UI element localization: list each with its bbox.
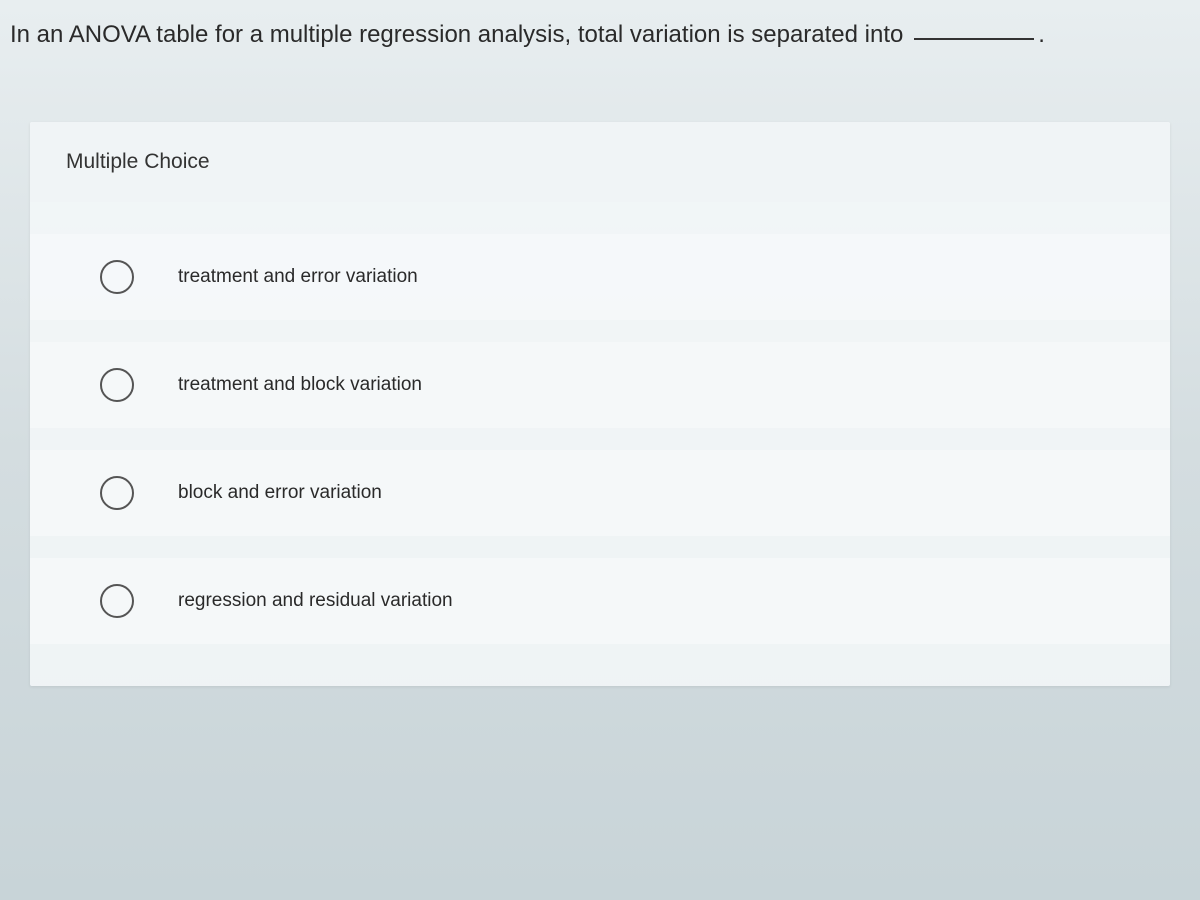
fill-in-blank bbox=[914, 38, 1034, 40]
radio-button[interactable] bbox=[100, 260, 134, 294]
option-row-3[interactable]: block and error variation bbox=[30, 450, 1170, 536]
option-label: treatment and block variation bbox=[178, 374, 422, 396]
radio-button[interactable] bbox=[100, 584, 134, 618]
answer-card: Multiple Choice treatment and error vari… bbox=[30, 122, 1170, 686]
question-area: In an ANOVA table for a multiple regress… bbox=[0, 0, 1200, 92]
option-label: block and error variation bbox=[178, 482, 382, 504]
option-label: regression and residual variation bbox=[178, 590, 453, 612]
option-row-2[interactable]: treatment and block variation bbox=[30, 342, 1170, 428]
option-label: treatment and error variation bbox=[178, 266, 418, 288]
options-list: treatment and error variation treatment … bbox=[30, 202, 1170, 686]
question-period: . bbox=[1038, 21, 1045, 48]
radio-button[interactable] bbox=[100, 368, 134, 402]
option-row-4[interactable]: regression and residual variation bbox=[30, 558, 1170, 644]
section-label: Multiple Choice bbox=[30, 122, 1170, 202]
question-text: In an ANOVA table for a multiple regress… bbox=[10, 21, 903, 48]
radio-button[interactable] bbox=[100, 476, 134, 510]
option-row-1[interactable]: treatment and error variation bbox=[30, 234, 1170, 320]
